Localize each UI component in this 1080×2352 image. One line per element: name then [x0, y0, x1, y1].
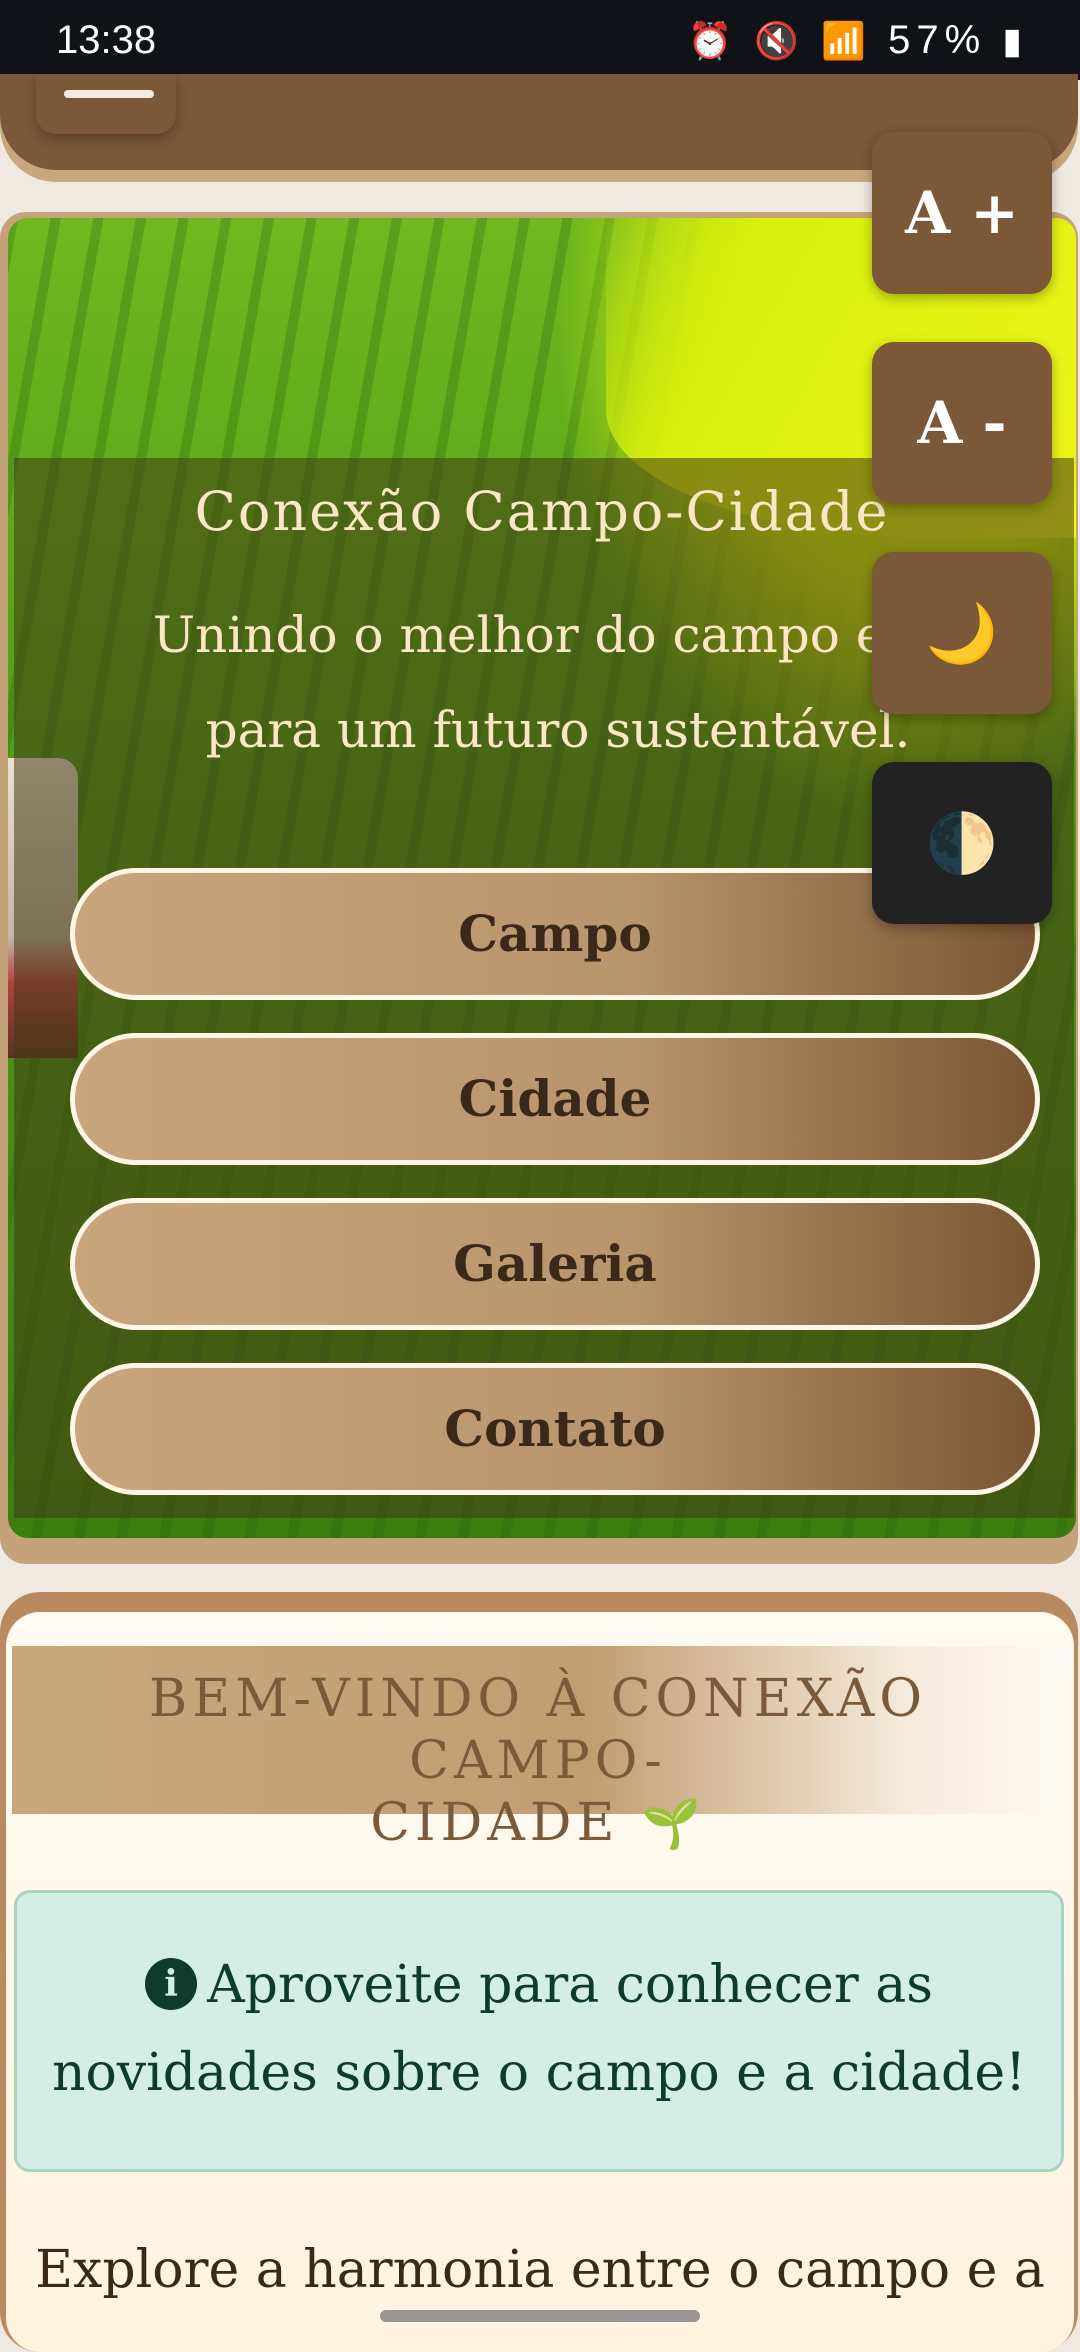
- status-time: 13:38: [56, 18, 157, 62]
- hero-subtitle-line2: para um futuro sustentável.: [205, 701, 911, 759]
- sprout-icon: 🌱: [641, 1796, 706, 1852]
- nav-button-cidade[interactable]: Cidade: [70, 1033, 1040, 1165]
- info-line1: Aproveite para conhecer as: [207, 1955, 933, 2015]
- hero-subtitle-line1: Unindo o melhor do campo e da: [152, 606, 964, 664]
- font-increase-button[interactable]: A +: [872, 132, 1052, 294]
- nav-button-contato[interactable]: Contato: [70, 1363, 1040, 1495]
- alarm-icon: ⏰: [687, 20, 739, 61]
- dark-mode-button[interactable]: 🌙: [872, 552, 1052, 714]
- info-alert: i Aproveite para conhecer as novidades so…: [14, 1890, 1064, 2172]
- status-icons: ⏰ 🔇 📶 57% ▮: [688, 18, 1028, 63]
- font-decrease-button[interactable]: A -: [872, 342, 1052, 504]
- nav-button-galeria[interactable]: Galeria: [70, 1198, 1040, 1330]
- mute-icon: 🔇: [754, 20, 806, 61]
- battery-icon: ▮: [1002, 20, 1028, 61]
- half-moon-icon: 🌓: [925, 809, 999, 877]
- welcome-title: BEM-VINDO À CONEXÃO CAMPO- CIDADE 🌱: [12, 1646, 1064, 1853]
- battery-level: 57%: [888, 18, 987, 62]
- intro-paragraph: Explore a harmonia entre o campo e a: [35, 2240, 1045, 2300]
- moon-icon: 🌙: [925, 599, 999, 667]
- welcome-title-line2: CIDADE: [370, 1793, 620, 1853]
- status-bar: 13:38 ⏰ 🔇 📶 57% ▮: [0, 0, 1080, 80]
- info-line2: novidades sobre o campo e a cidade!: [51, 2043, 1027, 2103]
- menu-button[interactable]: [36, 74, 176, 134]
- wifi-icon: 📶: [821, 20, 873, 61]
- info-icon: i: [145, 1958, 198, 2010]
- theme-toggle-button[interactable]: 🌓: [872, 762, 1052, 924]
- menu-bar-icon: [64, 90, 154, 98]
- welcome-title-line1: BEM-VINDO À CONEXÃO CAMPO-: [149, 1669, 927, 1791]
- home-indicator[interactable]: [380, 2310, 700, 2322]
